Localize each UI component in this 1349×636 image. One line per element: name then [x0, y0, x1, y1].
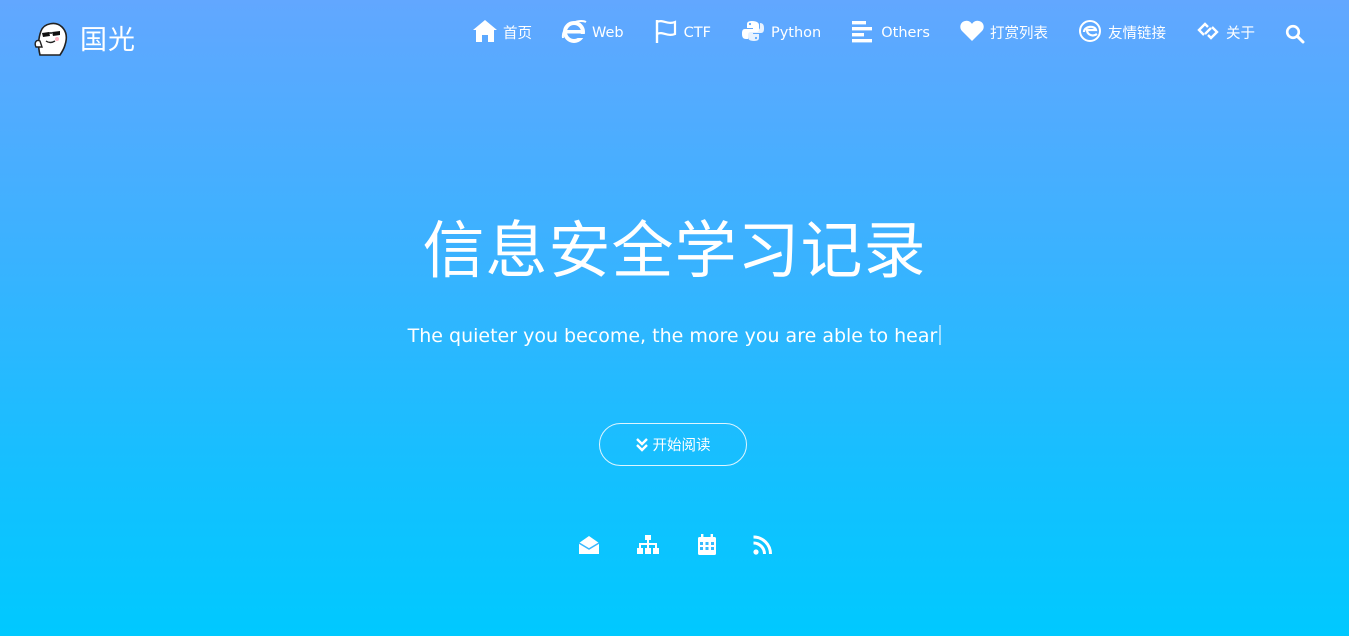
nav-label-web: Web [592, 24, 624, 41]
typing-cursor [939, 325, 942, 345]
typed-text: The quieter you become, the more you are… [407, 325, 938, 347]
mascot-sunglasses-icon [34, 22, 68, 56]
hero-title: 信息安全学习记录 [422, 214, 927, 287]
nav-item-about[interactable]: 关于 [1195, 18, 1255, 44]
top-navbar: 国光 首页 Web CTF Python Others 打赏列表 友情链接 关于 [0, 0, 1349, 72]
start-reading-label: 开始阅读 [652, 438, 711, 454]
nav-label-ctf: CTF [683, 24, 711, 41]
nav-item-web[interactable]: Web [561, 18, 624, 44]
nav-item-others[interactable]: Others [850, 18, 930, 44]
nav-item-donate[interactable]: 打赏列表 [959, 18, 1048, 44]
nav-label-python: Python [770, 24, 822, 41]
social-links [0, 533, 1349, 559]
nav-label-about: 关于 [1225, 26, 1255, 42]
align-left-icon [850, 18, 876, 44]
heart-icon [959, 18, 985, 44]
edge-icon [1077, 18, 1103, 44]
internet-explorer-icon [561, 18, 587, 44]
flag-icon [653, 18, 679, 44]
brand-name: 国光 [80, 24, 136, 56]
envelope-open-icon [578, 536, 600, 554]
main-nav: 首页 Web CTF Python Others 打赏列表 友情链接 关于 [472, 18, 1255, 44]
social-link-rss[interactable] [751, 533, 775, 557]
nav-label-others: Others [881, 24, 930, 41]
nav-item-python[interactable]: Python [740, 18, 821, 44]
search-icon [1285, 24, 1305, 44]
rss-icon [753, 535, 772, 555]
nav-item-friends[interactable]: 友情链接 [1077, 18, 1166, 44]
social-link-email[interactable] [577, 533, 601, 557]
nav-label-home: 首页 [503, 26, 532, 42]
nav-label-donate: 打赏列表 [989, 26, 1048, 42]
angle-double-down-icon [635, 437, 648, 452]
nav-item-ctf[interactable]: CTF [653, 18, 711, 44]
hero-subtitle: The quieter you become, the more you are… [0, 324, 1349, 348]
python-icon [740, 18, 766, 44]
start-reading-button[interactable]: 开始阅读 [599, 423, 747, 466]
link-icon [1195, 18, 1221, 44]
sitemap-icon [637, 535, 659, 554]
nav-label-friends: 友情链接 [1107, 26, 1166, 42]
brand-link[interactable]: 国光 [32, 17, 136, 57]
search-button[interactable] [1285, 24, 1305, 44]
home-icon [472, 18, 498, 44]
social-link-archive[interactable] [695, 533, 719, 557]
nav-item-home[interactable]: 首页 [472, 18, 532, 44]
social-link-sitemap[interactable] [636, 533, 660, 557]
calendar-icon [698, 534, 716, 555]
